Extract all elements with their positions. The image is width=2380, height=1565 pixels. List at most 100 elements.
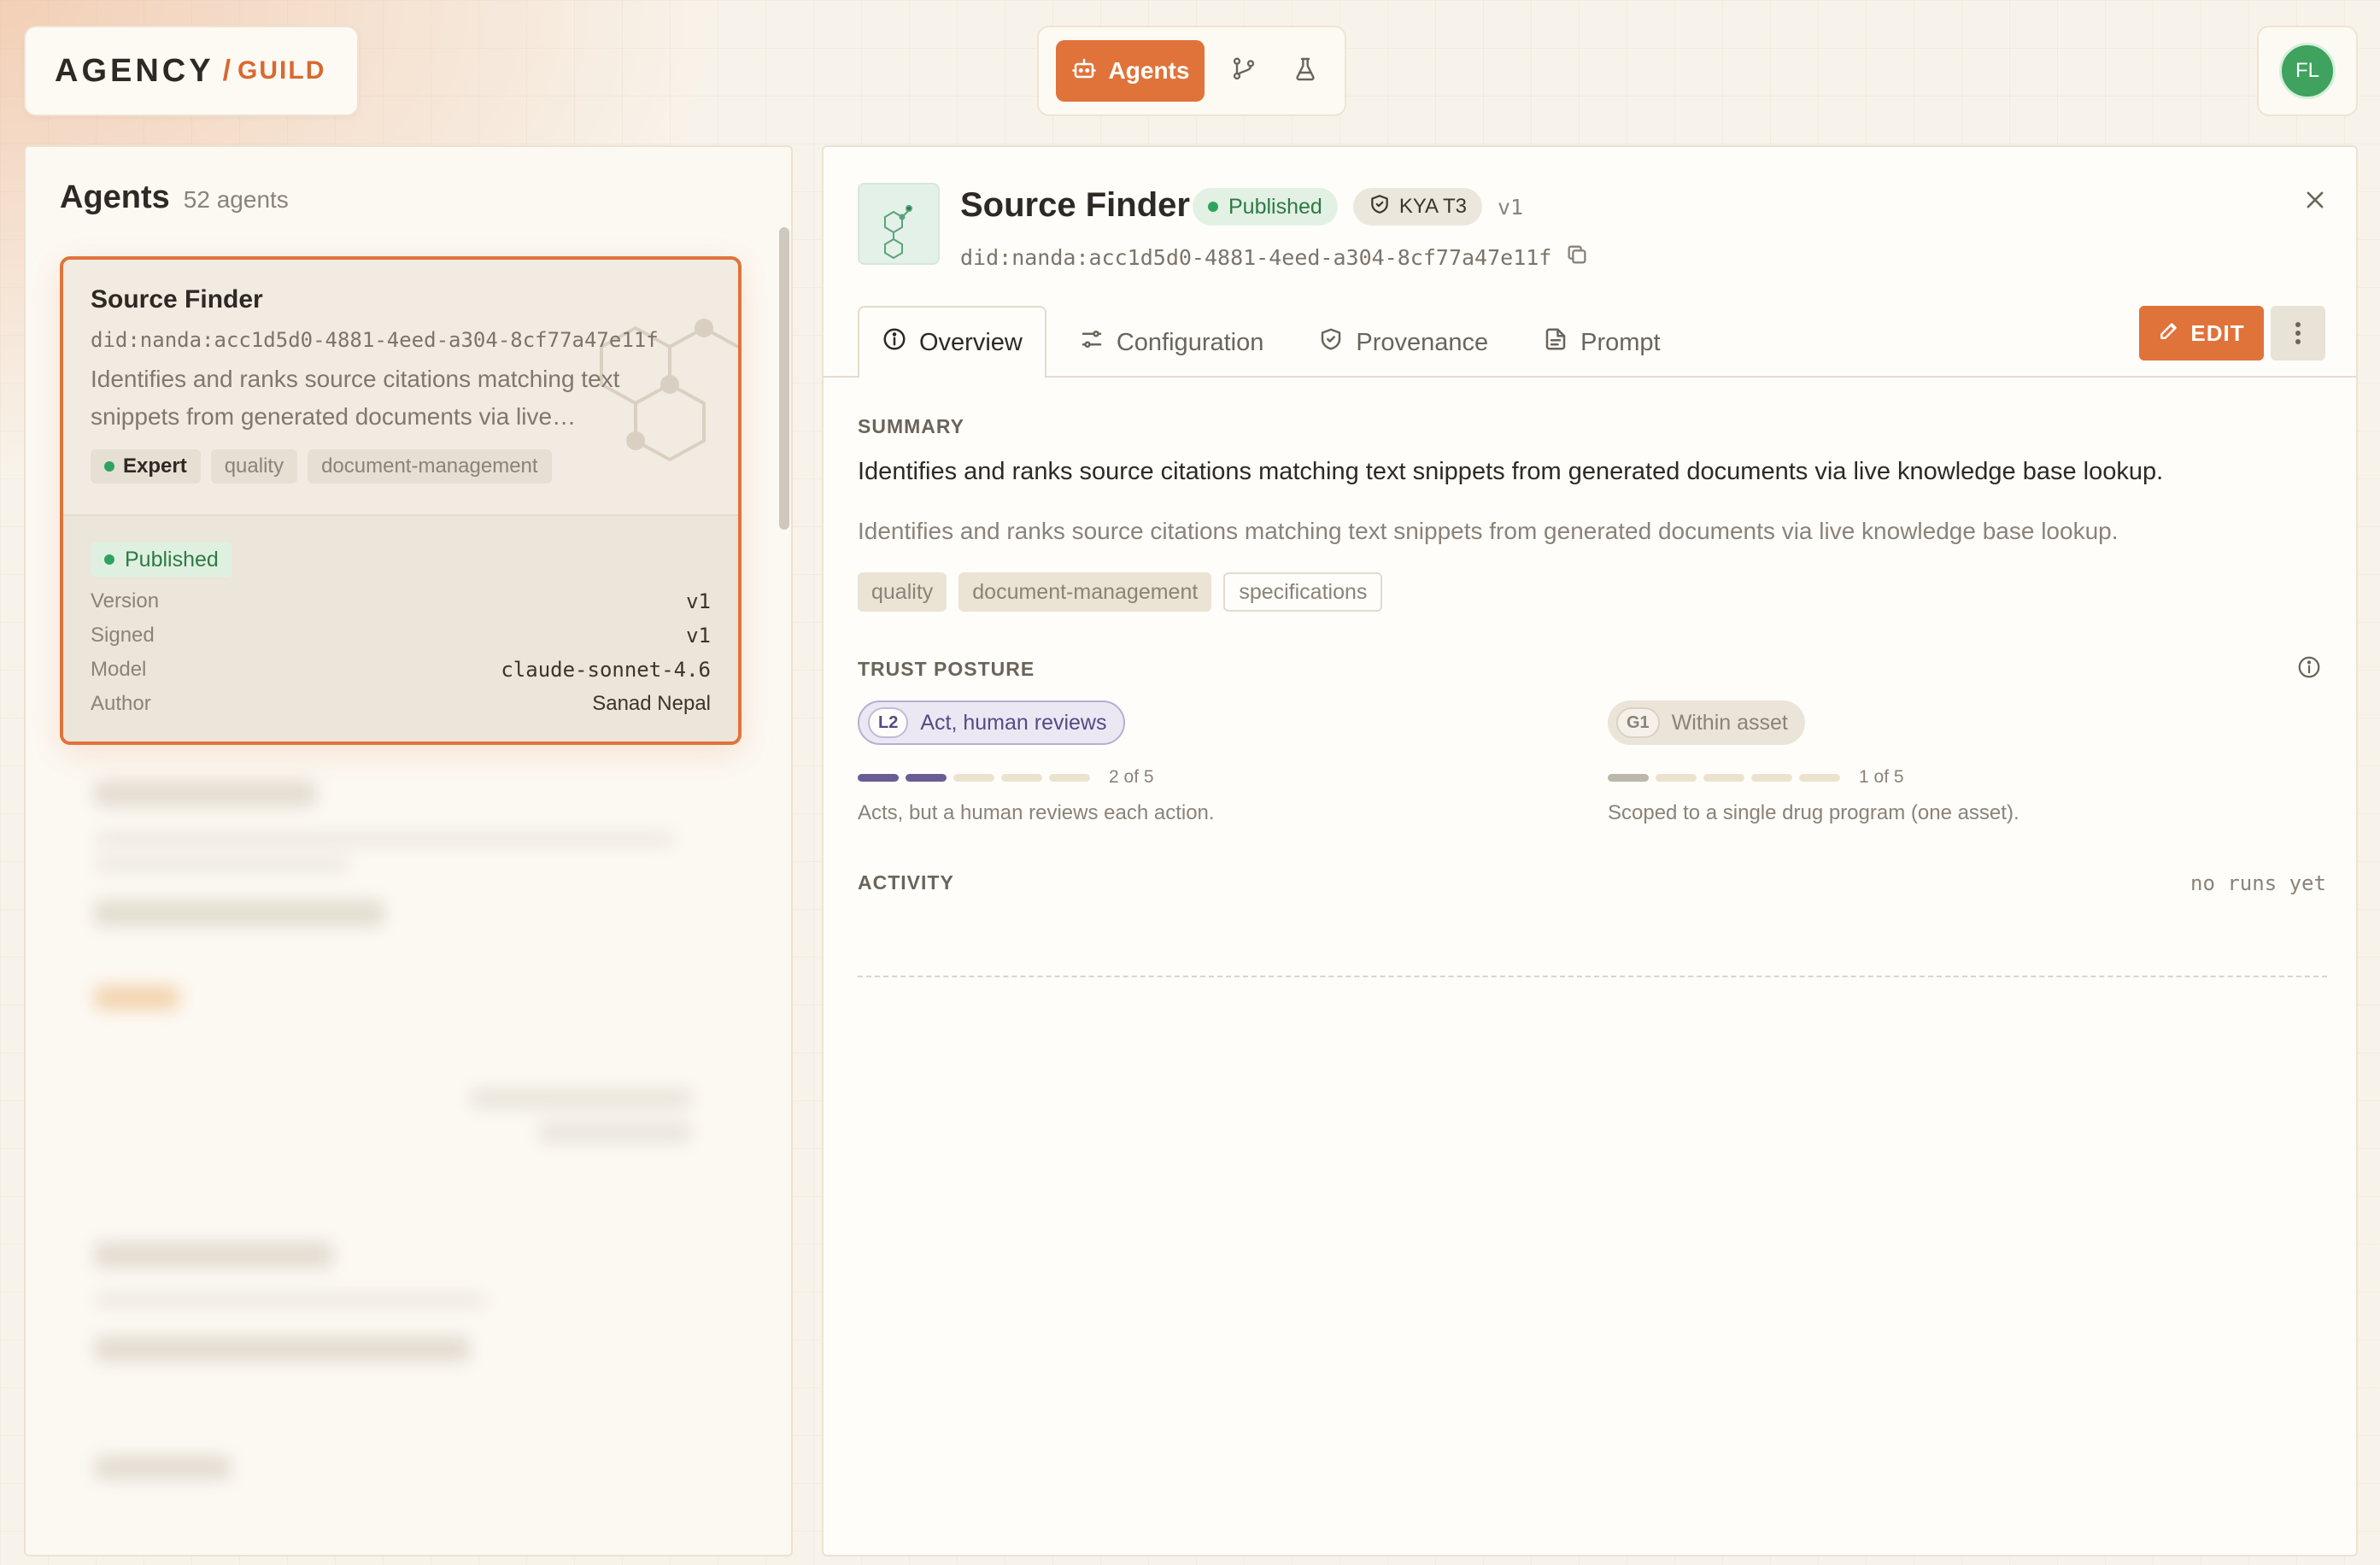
brand-logo[interactable]: AGENCY / GUILD: [24, 26, 359, 116]
meter-segment: [1001, 773, 1042, 782]
agent-did-row: did:nanda:acc1d5d0-4881-4eed-a304-8cf77a…: [960, 243, 1589, 272]
nav-workflows-button[interactable]: [1222, 49, 1266, 93]
description-text: Identifies and ranks source citations ma…: [858, 518, 2119, 544]
meta-row-model: Model claude-sonnet-4.6: [91, 658, 711, 682]
tab-provenance[interactable]: Provenance: [1296, 308, 1510, 378]
tab-provenance-label: Provenance: [1356, 328, 1489, 356]
tab-prompt[interactable]: Prompt: [1521, 308, 1682, 378]
expert-dot-icon: [104, 461, 114, 472]
agent-card-description: Identifies and ranks source citations ma…: [91, 366, 620, 430]
blurred-card-tags: [94, 900, 384, 926]
meta-value: v1: [686, 624, 711, 648]
summary-label: SUMMARY: [858, 415, 964, 437]
meter-segment: [1799, 773, 1840, 782]
avatar[interactable]: FL: [2279, 43, 2336, 99]
edit-button-label: EDIT: [2190, 319, 2245, 346]
meta-key: Version: [91, 589, 160, 613]
agents-count: 52 agents: [183, 186, 289, 213]
kya-pill: KYA T3: [1352, 188, 1482, 226]
brand-name: AGENCY: [55, 52, 214, 89]
tab-overview[interactable]: Overview: [858, 306, 1046, 378]
meter-segment: [858, 773, 899, 782]
nav-lab-button[interactable]: [1283, 49, 1328, 93]
shield-check-icon: [1369, 193, 1391, 221]
robot-icon: [1071, 56, 1097, 87]
autonomy-level-chip: L2 Act, human reviews: [858, 700, 1126, 745]
agent-card-header: Source Finder did:nanda:acc1d5d0-4881-4e…: [63, 260, 738, 514]
status-badge-label: Published: [125, 547, 219, 571]
status-pill: Published: [1193, 188, 1338, 226]
meta-value: v1: [686, 589, 711, 613]
tag-expert: Expert: [91, 449, 201, 484]
tab-configuration[interactable]: Configuration: [1057, 308, 1287, 378]
kya-label: KYA T3: [1398, 195, 1467, 218]
meter-count: 2 of 5: [1109, 767, 1154, 787]
agent-card-did: did:nanda:acc1d5d0-4881-4eed-a304-8cf77a…: [91, 328, 659, 352]
blurred-card-line: [94, 1293, 487, 1307]
summary-text: Identifies and ranks source citations ma…: [858, 458, 2164, 485]
meta-row-signed: Signed v1: [91, 624, 711, 648]
autonomy-level-label: Act, human reviews: [920, 710, 1107, 735]
info-icon: [882, 326, 907, 359]
scope-level-label: Within asset: [1671, 710, 1788, 735]
agent-detail-panel: Source Finder Published KYA T3 v1 did:na…: [822, 145, 2358, 1556]
meter-segment: [906, 773, 947, 782]
info-icon: [2298, 656, 2320, 678]
autonomy-level-meter: 2 of 5: [858, 767, 1154, 788]
status-dot-icon: [104, 554, 114, 565]
blurred-card-line: [538, 1122, 692, 1143]
trust-posture-label: TRUST POSTURE: [858, 658, 1035, 680]
tab-overview-label: Overview: [919, 328, 1023, 356]
tag-document-management: document-management: [958, 572, 1212, 612]
blurred-card-line: [94, 832, 675, 846]
meta-key: Author: [91, 692, 151, 715]
blurred-card-line: [470, 1088, 692, 1109]
brand-sub: GUILD: [237, 56, 326, 85]
scope-level-meter: 1 of 5: [1608, 767, 1904, 788]
agents-list-scrollbar[interactable]: [779, 227, 789, 530]
meta-row-version: Version v1: [91, 589, 711, 613]
meter-segment: [1751, 773, 1792, 782]
nav-agents-label: Agents: [1108, 57, 1190, 84]
more-options-button[interactable]: [2271, 306, 2325, 360]
agent-card-selected[interactable]: Source Finder did:nanda:acc1d5d0-4881-4e…: [60, 256, 742, 745]
git-branch-icon: [1230, 56, 1257, 87]
nav-agents-button[interactable]: Agents: [1056, 40, 1205, 102]
sliders-icon: [1079, 326, 1105, 359]
close-button[interactable]: [2298, 183, 2332, 217]
tag-quality: quality: [210, 449, 298, 484]
agent-card-tags: Expert quality document-management: [91, 449, 552, 484]
blurred-card-title: [94, 1456, 231, 1480]
meta-value: claude-sonnet-4.6: [501, 658, 711, 682]
tag-specifications: specifications: [1223, 572, 1383, 612]
status-dot-icon: [1208, 202, 1218, 212]
tag-expert-label: Expert: [123, 454, 187, 478]
trust-info-button[interactable]: [2296, 654, 2322, 680]
pencil-icon: [2158, 319, 2180, 348]
status-pill-label: Published: [1228, 194, 1322, 219]
agent-did: did:nanda:acc1d5d0-4881-4eed-a304-8cf77a…: [960, 244, 1552, 270]
activity-baseline: [858, 976, 2327, 977]
molecule-icon: [884, 205, 912, 260]
tag-quality: quality: [858, 572, 947, 612]
agent-badges: Published KYA T3 v1: [1193, 188, 1523, 226]
meter-segment: [953, 773, 994, 782]
edit-button[interactable]: EDIT: [2139, 306, 2264, 360]
brand-separator: /: [222, 54, 232, 87]
status-badge: Published: [91, 542, 232, 577]
meter-segment: [1049, 773, 1090, 782]
meta-value: Sanad Nepal: [592, 692, 711, 715]
blurred-card-title: [94, 781, 316, 806]
more-vertical-icon: [2295, 322, 2301, 344]
detail-tabs: Overview Configuration Provenance Prompt: [858, 306, 1693, 378]
meter-segment: [1703, 773, 1744, 782]
user-menu[interactable]: FL: [2257, 26, 2358, 116]
agents-list-panel: Agents 52 agents Source Finder did:nanda…: [24, 145, 793, 1556]
scope-level-code: G1: [1616, 707, 1660, 738]
agent-card-name: Source Finder: [91, 285, 263, 314]
agent-title: Source Finder: [960, 186, 1190, 224]
copy-icon[interactable]: [1565, 243, 1589, 272]
meter-count: 1 of 5: [1859, 767, 1904, 787]
tab-prompt-label: Prompt: [1580, 328, 1661, 356]
flask-icon: [1292, 56, 1319, 87]
